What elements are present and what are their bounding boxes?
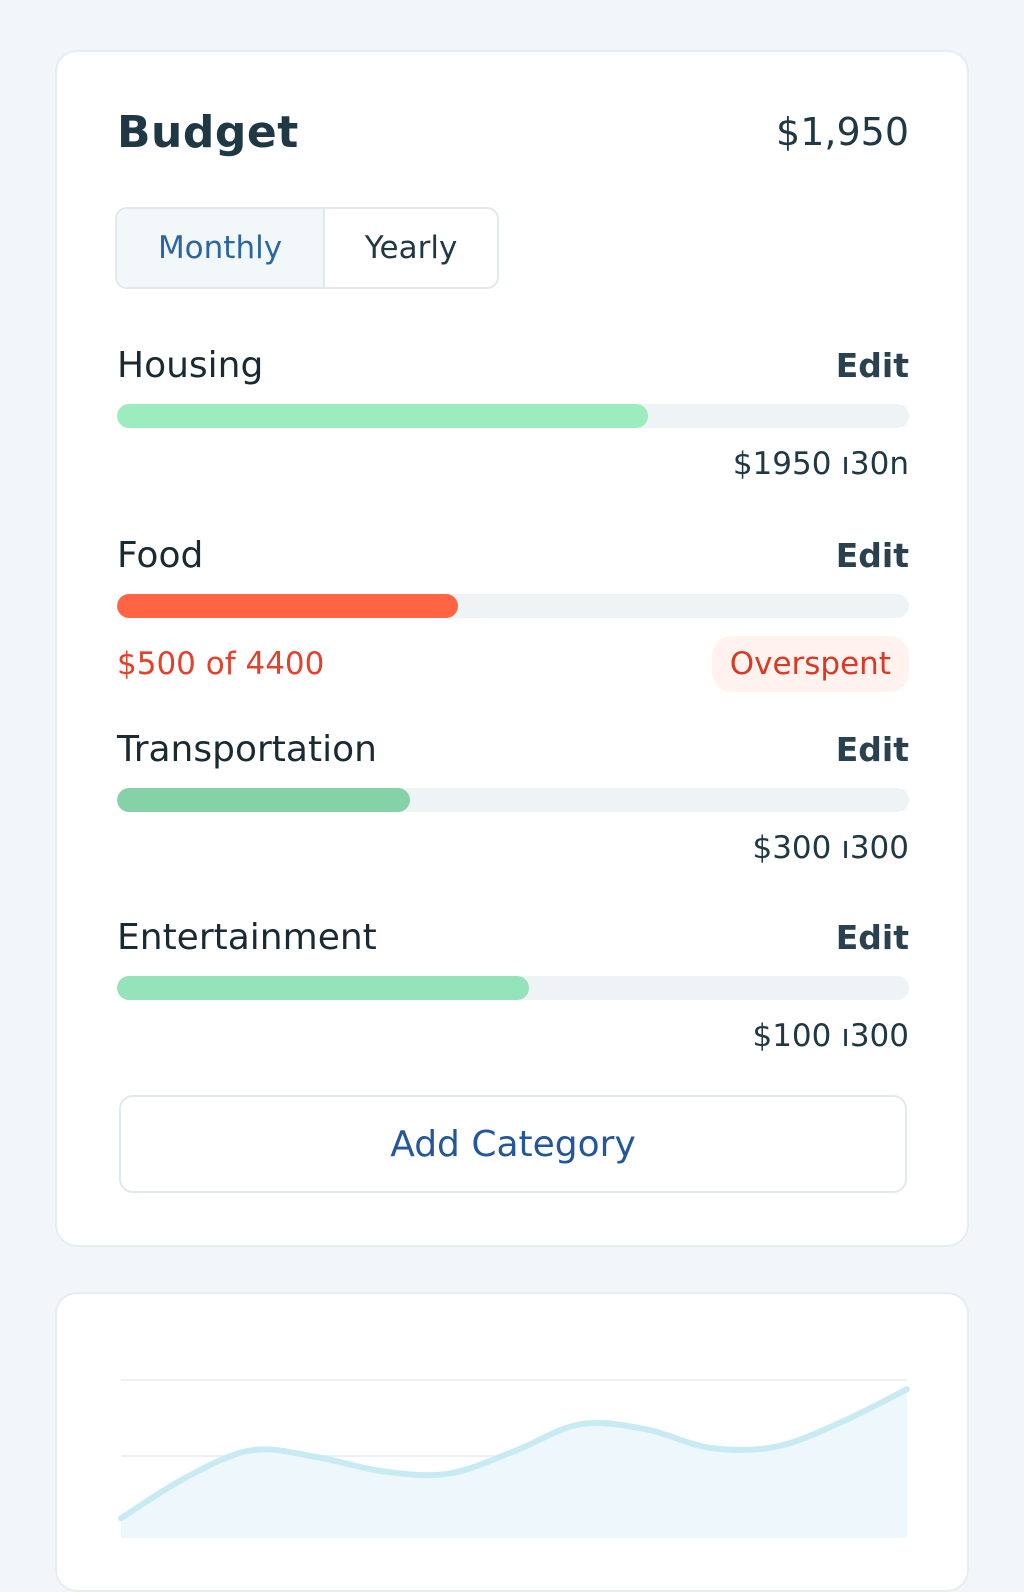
progress-bar-housing [117,404,909,428]
progress-fill-entertainment [117,976,529,1000]
progress-fill-transportation [117,788,411,812]
edit-housing-button[interactable]: Edit [836,346,909,385]
progress-bar-transportation [117,788,909,812]
tab-monthly[interactable]: Monthly [117,209,325,287]
progress-bar-entertainment [117,976,909,1000]
progress-fill-housing [117,404,648,428]
page-title: Budget [117,106,299,158]
category-name: Food [117,534,204,576]
category-food: Food Edit $500 of 4400 Overspent [117,530,909,692]
category-housing: Housing Edit $1950 ı30n [117,340,909,482]
category-amount: $1950 ı30n [732,446,909,482]
progress-bar-food [117,594,909,618]
edit-transportation-button[interactable]: Edit [836,730,909,769]
status-badge: Overspent [711,636,909,692]
budget-header: Budget $1,950 [117,102,909,162]
period-toggle: Monthly Yearly [115,207,499,289]
add-category-button[interactable]: Add Category [119,1095,907,1193]
category-name: Housing [117,344,264,386]
chart-area-fill [121,1389,907,1538]
trend-chart [118,1379,910,1538]
budget-card: Budget $1,950 Monthly Yearly Housing Edi… [55,50,969,1247]
trend-chart-card [55,1292,969,1592]
category-amount: $300 ı300 [752,830,909,866]
category-name: Transportation [117,728,377,770]
progress-fill-food [117,594,458,618]
tab-yearly[interactable]: Yearly [325,209,497,287]
category-amount: $100 ı300 [752,1018,909,1054]
edit-food-button[interactable]: Edit [836,536,909,575]
category-entertainment: Entertainment Edit $100 ı300 [117,912,909,1054]
category-name: Entertainment [117,916,377,958]
category-transportation: Transportation Edit $300 ı300 [117,724,909,866]
category-amount: $500 of 4400 [117,646,325,682]
edit-entertainment-button[interactable]: Edit [836,918,909,957]
budget-total: $1,950 [776,110,909,154]
